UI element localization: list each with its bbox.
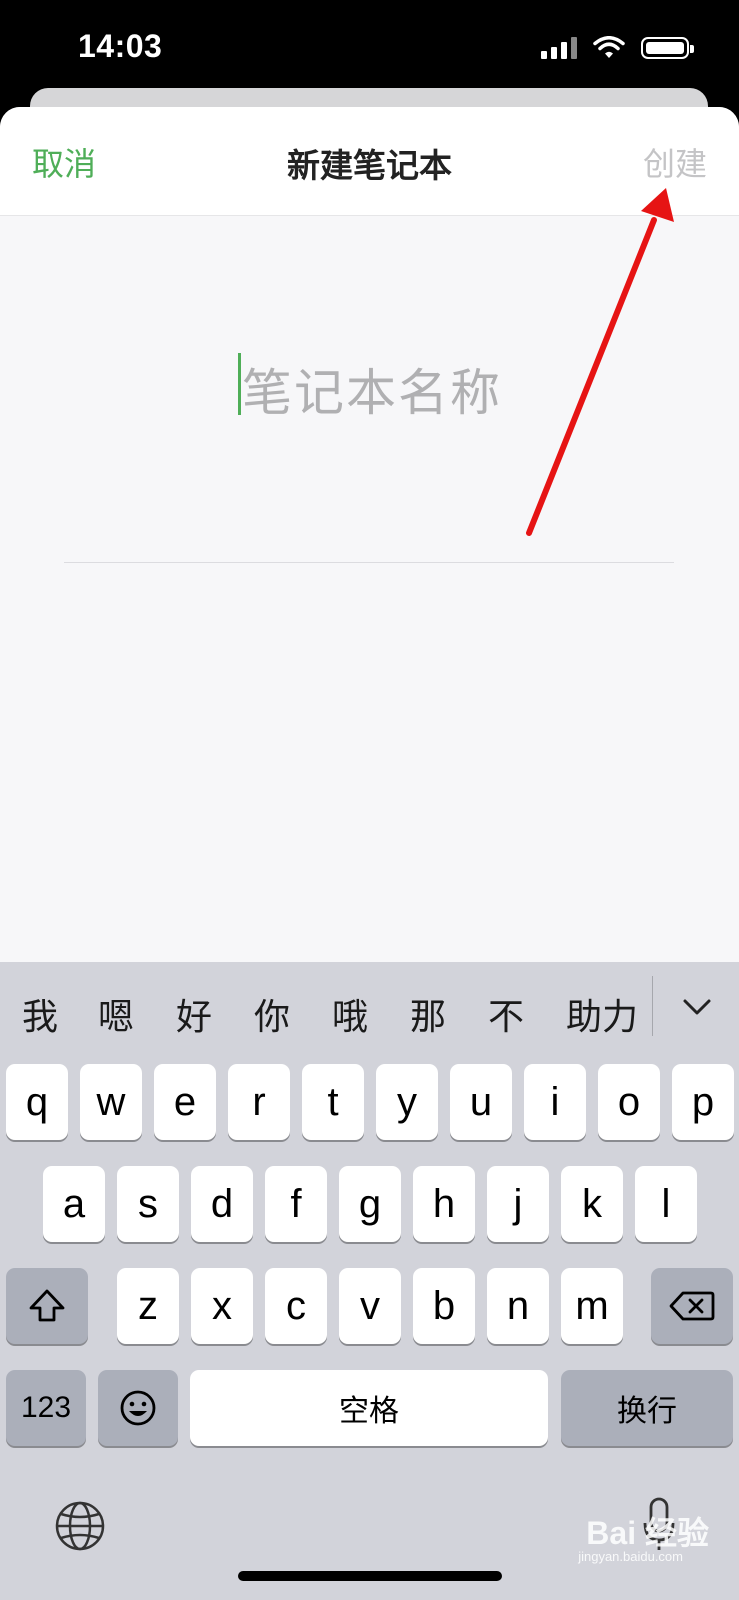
key-n[interactable]: n bbox=[487, 1268, 549, 1344]
numbers-key[interactable]: 123 bbox=[6, 1370, 86, 1446]
candidate-item[interactable]: 那 bbox=[410, 988, 446, 1040]
text-caret bbox=[238, 353, 241, 415]
key-m[interactable]: m bbox=[561, 1268, 623, 1344]
key-z[interactable]: z bbox=[117, 1268, 179, 1344]
key-w[interactable]: w bbox=[80, 1064, 142, 1140]
chevron-down-icon[interactable] bbox=[680, 990, 714, 1024]
emoji-key[interactable] bbox=[98, 1370, 178, 1446]
key-g[interactable]: g bbox=[339, 1166, 401, 1242]
key-f[interactable]: f bbox=[265, 1166, 327, 1242]
key-l[interactable]: l bbox=[635, 1166, 697, 1242]
key-e[interactable]: e bbox=[154, 1064, 216, 1140]
key-d[interactable]: d bbox=[191, 1166, 253, 1242]
key-i[interactable]: i bbox=[524, 1064, 586, 1140]
return-key[interactable]: 换行 bbox=[561, 1370, 733, 1446]
battery-icon bbox=[641, 37, 694, 59]
backspace-icon bbox=[669, 1291, 715, 1321]
status-time: 14:03 bbox=[78, 28, 163, 64]
status-bar: 14:03 bbox=[0, 0, 739, 100]
notebook-name-input[interactable]: 笔记本名称 bbox=[64, 327, 674, 422]
space-key[interactable]: 空格 bbox=[190, 1370, 548, 1446]
key-a[interactable]: a bbox=[43, 1166, 105, 1242]
key-v[interactable]: v bbox=[339, 1268, 401, 1344]
candidate-item[interactable]: 助力 bbox=[566, 988, 638, 1040]
key-c[interactable]: c bbox=[265, 1268, 327, 1344]
nav-bar: 取消 新建笔记本 创建 bbox=[0, 107, 739, 216]
emoji-icon bbox=[120, 1390, 156, 1426]
key-p[interactable]: p bbox=[672, 1064, 734, 1140]
signal-icon bbox=[541, 37, 577, 59]
candidate-separator bbox=[652, 976, 653, 1036]
globe-icon[interactable] bbox=[54, 1500, 106, 1552]
watermark-logo: Bai 经验 bbox=[586, 1515, 709, 1551]
candidate-item[interactable]: 不 bbox=[488, 988, 524, 1040]
input-underline bbox=[64, 562, 674, 563]
candidate-item[interactable]: 嗯 bbox=[98, 988, 134, 1040]
shift-icon bbox=[29, 1289, 65, 1322]
candidate-bar: 我 嗯 好 你 哦 那 不 助力 bbox=[0, 962, 739, 1062]
candidate-item[interactable]: 你 bbox=[254, 988, 290, 1040]
create-button[interactable]: 创建 bbox=[643, 139, 707, 185]
key-o[interactable]: o bbox=[598, 1064, 660, 1140]
key-k[interactable]: k bbox=[561, 1166, 623, 1242]
watermark-url: jingyan.baidu.com bbox=[578, 1549, 683, 1564]
key-u[interactable]: u bbox=[450, 1064, 512, 1140]
candidate-item[interactable]: 哦 bbox=[332, 988, 368, 1040]
key-b[interactable]: b bbox=[413, 1268, 475, 1344]
key-h[interactable]: h bbox=[413, 1166, 475, 1242]
wifi-icon bbox=[593, 36, 625, 58]
key-s[interactable]: s bbox=[117, 1166, 179, 1242]
key-x[interactable]: x bbox=[191, 1268, 253, 1344]
candidate-item[interactable]: 好 bbox=[176, 988, 212, 1040]
notebook-name-placeholder: 笔记本名称 bbox=[242, 364, 502, 422]
shift-key[interactable] bbox=[6, 1268, 88, 1344]
cancel-button[interactable]: 取消 bbox=[32, 139, 96, 185]
key-r[interactable]: r bbox=[228, 1064, 290, 1140]
key-t[interactable]: t bbox=[302, 1064, 364, 1140]
key-q[interactable]: q bbox=[6, 1064, 68, 1140]
candidate-item[interactable]: 我 bbox=[22, 988, 58, 1040]
page-title: 新建笔记本 bbox=[287, 146, 452, 185]
key-j[interactable]: j bbox=[487, 1166, 549, 1242]
keyboard: 我 嗯 好 你 哦 那 不 助力 q w e r t y u i o p a s… bbox=[0, 962, 739, 1600]
key-y[interactable]: y bbox=[376, 1064, 438, 1140]
home-indicator[interactable] bbox=[238, 1571, 502, 1581]
delete-key[interactable] bbox=[651, 1268, 733, 1344]
status-icons bbox=[541, 34, 694, 62]
